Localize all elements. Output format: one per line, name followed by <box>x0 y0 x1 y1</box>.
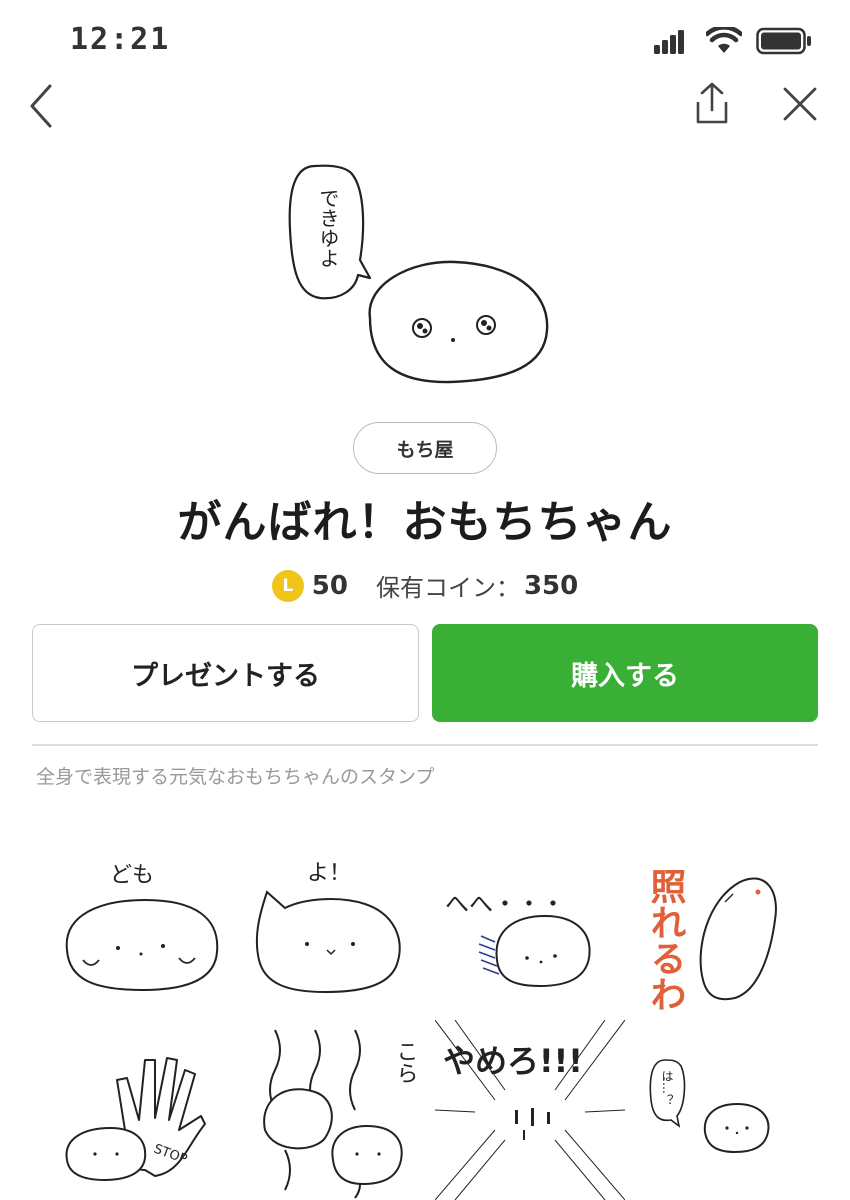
sticker-text: ども <box>110 863 154 888</box>
sticker-text: やめろ!!! <box>443 1042 583 1080</box>
chevron-left-icon <box>30 84 52 128</box>
price-value: 50 <box>311 570 348 601</box>
status-icons <box>654 26 812 56</box>
sticker-text: は…？ <box>660 1070 674 1106</box>
share-icon <box>696 82 728 124</box>
battery-icon <box>756 27 811 55</box>
gift-button[interactable]: プレゼントする <box>32 624 419 722</box>
share-button[interactable] <box>690 80 734 130</box>
pack-description: 全身で表現する元気なおもちちゃんのスタンプ <box>36 766 435 788</box>
sticker-text: こら <box>393 1040 418 1084</box>
close-button[interactable] <box>776 80 824 130</box>
nav-bar <box>0 80 850 140</box>
buy-button[interactable]: 購入する <box>432 624 818 722</box>
status-bar: 12:21 <box>0 0 850 80</box>
author-chip[interactable]: もち屋 <box>353 422 497 474</box>
sticker-text: よ！ <box>307 861 351 886</box>
sticker-item[interactable]: よ！ <box>245 840 435 1020</box>
back-button[interactable] <box>20 80 64 130</box>
price-row: L 50 保有コイン： 350 <box>0 568 850 603</box>
mochi-hero-image: できゆよ <box>288 164 549 384</box>
owned-coins-label: 保有コイン： <box>375 574 520 602</box>
pack-title: がんばれ！おもちちゃん <box>177 497 673 548</box>
wifi-icon <box>706 27 742 53</box>
divider <box>32 744 818 746</box>
signal-icon <box>654 30 684 54</box>
line-coin-icon: L <box>271 569 304 602</box>
owned-coins-value: 350 <box>523 570 579 601</box>
hero-speech-text: できゆよ <box>316 188 340 268</box>
sticker-text: 照れるわ <box>645 868 687 1012</box>
sticker-item[interactable]: やめろ!!! <box>434 1019 626 1200</box>
sticker-grid: ども よ！ へへ・・・ 照れるわ STOP こら やめろ!!! は…？ <box>40 840 830 1200</box>
sticker-item[interactable]: こら <box>245 1020 435 1200</box>
close-icon <box>783 87 817 121</box>
status-time: 12:21 <box>70 22 171 57</box>
sticker-text: へへ・・・ <box>445 890 565 918</box>
sticker-item[interactable]: ども <box>55 840 245 1020</box>
sticker-item[interactable]: STOP <box>55 1020 245 1200</box>
sticker-item[interactable]: は…？ <box>625 1020 815 1200</box>
sticker-item[interactable]: へへ・・・ <box>435 840 625 1020</box>
sticker-item[interactable]: 照れるわ <box>625 840 815 1020</box>
hero-illustration: できゆよ <box>270 160 570 400</box>
